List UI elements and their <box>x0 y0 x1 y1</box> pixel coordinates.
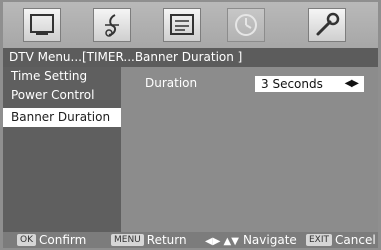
setup-category-tile[interactable] <box>163 8 201 42</box>
hint-cancel: EXIT Cancel <box>306 232 376 248</box>
return-label: Return <box>146 233 187 247</box>
navigate-arrows-icon: ◀▶ ▲▼ <box>205 236 239 247</box>
wrench-icon <box>316 12 340 36</box>
breadcrumb: DTV Menu...[TIMER...Banner Duration ] <box>3 48 378 67</box>
key-hint-bar: OK Confirm MENU Return ◀▶ ▲▼ Navigate EXIT C… <box>3 232 378 248</box>
ok-key-icon: OK <box>17 233 36 246</box>
audio-note-icon <box>105 14 119 37</box>
menu-item-time-setting[interactable]: Time Setting <box>3 67 121 86</box>
clock-icon <box>235 14 257 36</box>
menu-item-power-control[interactable]: Power Control <box>3 86 121 105</box>
exit-key-icon: EXIT <box>306 233 333 246</box>
category-icon-bar <box>3 2 378 48</box>
cancel-label: Cancel <box>335 233 376 247</box>
picture-category-tile[interactable] <box>23 8 61 42</box>
menu-key-icon: MENU <box>111 233 144 246</box>
menu-item-banner-duration[interactable]: Banner Duration <box>3 108 121 127</box>
left-right-arrows-icon: ◀▶ <box>344 78 359 89</box>
settings-panel: Duration 3 Seconds ◀▶ <box>121 67 378 232</box>
setup-icon <box>170 14 194 35</box>
timer-category-tile[interactable] <box>227 8 265 42</box>
audio-category-tile[interactable] <box>93 8 131 42</box>
tools-category-tile[interactable] <box>308 8 346 42</box>
duration-value: 3 Seconds <box>261 77 323 91</box>
navigate-label: Navigate <box>242 233 297 247</box>
picture-icon <box>30 14 54 35</box>
hint-navigate: ◀▶ ▲▼ Navigate <box>205 232 297 250</box>
hint-return: MENU Return <box>111 232 187 248</box>
hint-confirm: OK Confirm <box>17 232 86 248</box>
duration-label: Duration <box>145 76 198 90</box>
timer-submenu: Time Setting Power Control Banner Durati… <box>3 67 121 232</box>
duration-selector[interactable]: 3 Seconds ◀▶ <box>255 76 364 92</box>
confirm-label: Confirm <box>39 233 87 247</box>
